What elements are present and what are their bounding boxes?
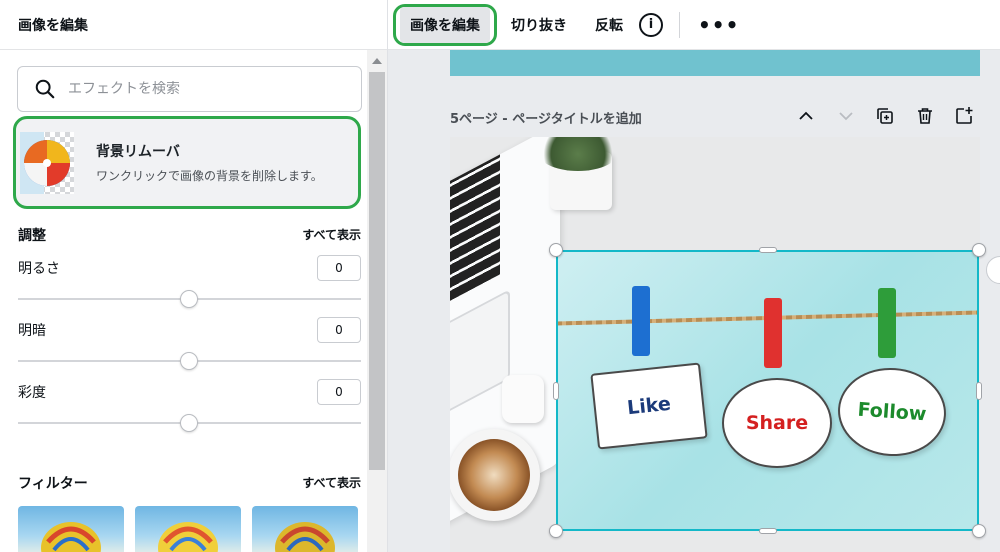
resize-handle-bottom-right[interactable] xyxy=(972,524,986,538)
delete-page-icon[interactable] xyxy=(915,106,935,130)
scroll-up-arrow-icon[interactable] xyxy=(372,58,382,64)
saturation-value-input[interactable]: 0 xyxy=(317,379,361,405)
background-remover-card[interactable]: 背景リムーバ ワンクリックで画像の背景を削除します。 xyxy=(13,116,361,209)
toolbar-divider xyxy=(679,11,680,38)
flip-button[interactable]: 反転 xyxy=(587,8,631,42)
selection-frame xyxy=(556,250,979,531)
latte-art xyxy=(458,439,530,511)
coffee-cup xyxy=(450,429,540,521)
image-toolbar: 画像を編集 切り抜き 反転 i ••• xyxy=(388,0,1000,50)
search-input[interactable] xyxy=(68,81,348,97)
resize-handle-bottom[interactable] xyxy=(759,528,777,534)
resize-handle-right[interactable] xyxy=(976,382,982,400)
filter-thumbnail[interactable] xyxy=(135,506,241,552)
brightness-slider-thumb[interactable] xyxy=(180,290,198,308)
adjust-see-all-link[interactable]: すべて表示 xyxy=(302,226,361,243)
page-title[interactable]: 5ページ - ページタイトルを追加 xyxy=(450,108,642,127)
panel-scrollbar[interactable] xyxy=(367,50,387,552)
scroll-thumb[interactable] xyxy=(369,72,385,470)
filter-thumbnail[interactable] xyxy=(18,506,124,552)
saturation-slider-thumb[interactable] xyxy=(180,414,198,432)
previous-page-bottom[interactable] xyxy=(450,50,980,76)
contrast-value-input[interactable]: 0 xyxy=(317,317,361,343)
add-page-icon[interactable] xyxy=(954,106,974,130)
background-remover-thumbnail xyxy=(20,131,74,194)
panel-title: 画像を編集 xyxy=(0,0,387,50)
earbuds-case xyxy=(502,375,544,423)
laptop-trackpad xyxy=(450,289,510,417)
rotate-handle[interactable] xyxy=(986,256,1000,284)
hot-air-balloon-icon xyxy=(41,522,101,552)
crop-button[interactable]: 切り抜き xyxy=(503,8,575,42)
more-options-icon[interactable]: ••• xyxy=(690,8,747,42)
filters-see-all-link[interactable]: すべて表示 xyxy=(302,474,361,491)
contrast-label: 明暗 xyxy=(18,323,46,339)
panel-body: 背景リムーバ ワンクリックで画像の背景を削除します。 調整 すべて表示 明るさ … xyxy=(0,50,368,552)
background-remover-description: ワンクリックで画像の背景を削除します。 xyxy=(96,169,323,183)
beach-ball-icon xyxy=(24,139,70,186)
edit-image-panel: 画像を編集 背景リム xyxy=(0,0,388,552)
edit-image-button[interactable]: 画像を編集 xyxy=(393,3,497,46)
resize-handle-top-right[interactable] xyxy=(972,243,986,257)
resize-handle-top-left[interactable] xyxy=(549,243,563,257)
hot-air-balloon-icon xyxy=(158,522,218,552)
hot-air-balloon-icon xyxy=(275,522,335,552)
chevron-up-icon[interactable] xyxy=(796,106,816,130)
brightness-value-input[interactable]: 0 xyxy=(317,255,361,281)
search-icon xyxy=(35,79,55,99)
contrast-slider-thumb[interactable] xyxy=(180,352,198,370)
filters-section-title: フィルター xyxy=(18,476,88,492)
chevron-down-icon xyxy=(836,106,856,130)
info-icon[interactable]: i xyxy=(639,12,663,37)
duplicate-page-icon[interactable] xyxy=(875,106,895,130)
background-remover-title: 背景リムーバ xyxy=(96,144,180,160)
effect-search-box[interactable] xyxy=(17,66,362,112)
saturation-label: 彩度 xyxy=(18,385,46,401)
resize-handle-bottom-left[interactable] xyxy=(549,524,563,538)
resize-handle-top[interactable] xyxy=(759,247,777,253)
adjust-section-title: 調整 xyxy=(18,228,46,244)
filter-thumbnail[interactable] xyxy=(252,506,358,552)
brightness-label: 明るさ xyxy=(18,261,60,277)
laptop-keyboard xyxy=(450,154,500,312)
resize-handle-left[interactable] xyxy=(553,382,559,400)
edit-image-label: 画像を編集 xyxy=(400,6,490,43)
